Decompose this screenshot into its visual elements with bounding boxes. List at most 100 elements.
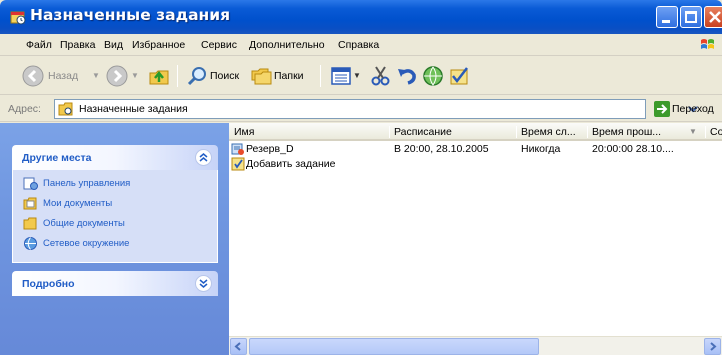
address-input[interactable]: Назначенные задания <box>54 99 698 119</box>
column-divider[interactable] <box>705 126 706 138</box>
task-name: Резерв_D <box>246 143 294 155</box>
chevron-up-icon <box>199 153 208 162</box>
details-title: Подробно <box>22 278 75 290</box>
add-task-icon <box>231 157 245 171</box>
task-last-run: 20:00:00 28.10.... <box>592 143 674 155</box>
scheduled-tasks-icon <box>10 11 26 25</box>
go-label: Переход <box>672 103 714 115</box>
window-title: Назначенные задания <box>30 6 231 24</box>
folder-icon <box>23 217 37 230</box>
cut-button[interactable] <box>370 57 394 95</box>
expand-toggle[interactable] <box>195 275 212 292</box>
horizontal-scrollbar[interactable] <box>229 336 722 355</box>
menu-help[interactable]: Справка <box>338 39 379 51</box>
task-schedule: В 20:00, 28.10.2005 <box>394 143 489 155</box>
chevron-left-icon <box>234 342 241 351</box>
table-row[interactable]: Добавить задание <box>229 157 722 171</box>
menu-view[interactable]: Вид <box>104 39 123 51</box>
chevron-right-icon <box>710 342 717 351</box>
column-header-last-run[interactable]: Время прош... <box>592 126 661 138</box>
back-arrow-icon <box>22 65 44 87</box>
close-button[interactable] <box>704 6 722 28</box>
scissors-icon <box>371 66 390 86</box>
collapse-toggle[interactable] <box>195 149 212 166</box>
forward-button[interactable]: ▼ <box>104 57 142 95</box>
views-dropdown-icon: ▼ <box>353 71 361 80</box>
menu-tools[interactable]: Сервис <box>201 39 237 51</box>
title-bar[interactable]: Назначенные задания <box>0 0 722 34</box>
menu-bar: Файл Правка Вид Избранное Сервис Дополни… <box>0 34 722 56</box>
table-row[interactable]: Резерв_D В 20:00, 28.10.2005 Никогда 20:… <box>229 142 722 156</box>
scroll-left-button[interactable] <box>230 338 247 355</box>
link-my-documents-label: Мои документы <box>43 198 113 209</box>
undo-button[interactable] <box>396 57 420 95</box>
link-shared-documents-label: Общие документы <box>43 218 125 229</box>
network-places-icon <box>24 237 37 250</box>
search-label: Поиск <box>210 70 240 82</box>
sort-arrow-icon: ▼ <box>689 127 697 136</box>
search-icon <box>187 67 206 86</box>
column-header-next-run[interactable]: Время сл... <box>521 126 576 138</box>
back-button[interactable]: Назад ▼ <box>20 57 102 95</box>
folders-button[interactable]: Папки <box>250 57 314 95</box>
other-places-header[interactable]: Другие места <box>12 145 218 170</box>
scheduled-tasks-folder-icon <box>58 102 73 116</box>
toolbar-separator <box>320 65 321 87</box>
chevron-down-icon <box>199 279 208 288</box>
checkmark-icon <box>450 67 468 85</box>
maximize-button[interactable] <box>680 6 702 28</box>
explorer-window: Назначенные задания Файл Правка Вид Избр… <box>0 0 722 355</box>
task-next-run: Никогда <box>521 143 561 155</box>
minimize-button[interactable] <box>656 6 678 28</box>
toolbar-separator <box>177 65 178 87</box>
my-documents-icon <box>23 197 37 210</box>
column-divider[interactable] <box>516 126 517 138</box>
details-header[interactable]: Подробно <box>12 271 218 296</box>
windows-logo-icon <box>701 39 714 49</box>
details-panel: Подробно <box>12 271 218 296</box>
task-pane: Другие места Панель управления Мои докум… <box>0 123 229 355</box>
close-icon <box>709 11 721 23</box>
folders-label: Папки <box>274 70 304 82</box>
address-label: Адрес: <box>8 103 41 115</box>
back-dropdown-icon: ▼ <box>92 71 100 80</box>
other-places-title: Другие места <box>22 152 92 164</box>
folder-up-icon <box>149 70 169 85</box>
forward-arrow-icon <box>106 65 128 87</box>
column-header-name[interactable]: Имя <box>234 126 254 138</box>
column-header-row: Имя Расписание Время сл... Время прош...… <box>229 123 722 141</box>
column-divider[interactable] <box>587 126 588 138</box>
toolbar: Назад ▼ ▼ Поиск Папки ▼ <box>0 57 722 95</box>
column-header-schedule[interactable]: Расписание <box>394 126 452 138</box>
file-list: Имя Расписание Время сл... Время прош...… <box>229 123 722 355</box>
column-header-status[interactable]: Со <box>710 126 722 138</box>
go-button[interactable]: Переход <box>652 99 722 119</box>
address-bar: Адрес: Назначенные задания Переход <box>0 96 722 122</box>
menu-favorites[interactable]: Избранное <box>132 39 185 51</box>
menu-advanced[interactable]: Дополнительно <box>249 39 325 51</box>
link-control-panel-label: Панель управления <box>43 178 131 189</box>
scroll-thumb[interactable] <box>249 338 539 355</box>
scroll-right-button[interactable] <box>704 338 721 355</box>
menu-edit[interactable]: Правка <box>60 39 95 51</box>
up-folder-button[interactable] <box>146 57 172 95</box>
column-divider[interactable] <box>389 126 390 138</box>
refresh-button[interactable] <box>422 57 446 95</box>
address-value: Назначенные задания <box>79 103 188 115</box>
scheduled-task-icon <box>231 143 244 155</box>
other-places-panel: Другие места Панель управления Мои докум… <box>12 145 218 263</box>
undo-icon <box>398 69 416 85</box>
task-name: Добавить задание <box>246 158 336 170</box>
other-places-body: Панель управления Мои документы Общие до… <box>12 170 218 263</box>
back-label: Назад <box>48 70 79 82</box>
views-icon <box>331 67 351 85</box>
forward-dropdown-icon: ▼ <box>131 71 139 80</box>
globe-icon <box>423 66 443 86</box>
task-wizard-button[interactable] <box>448 57 472 95</box>
search-button[interactable]: Поиск <box>186 57 248 95</box>
go-arrow-icon <box>654 101 670 117</box>
folders-icon <box>251 68 272 85</box>
views-button[interactable]: ▼ <box>330 57 366 95</box>
control-panel-icon <box>23 177 38 190</box>
menu-file[interactable]: Файл <box>26 39 52 51</box>
